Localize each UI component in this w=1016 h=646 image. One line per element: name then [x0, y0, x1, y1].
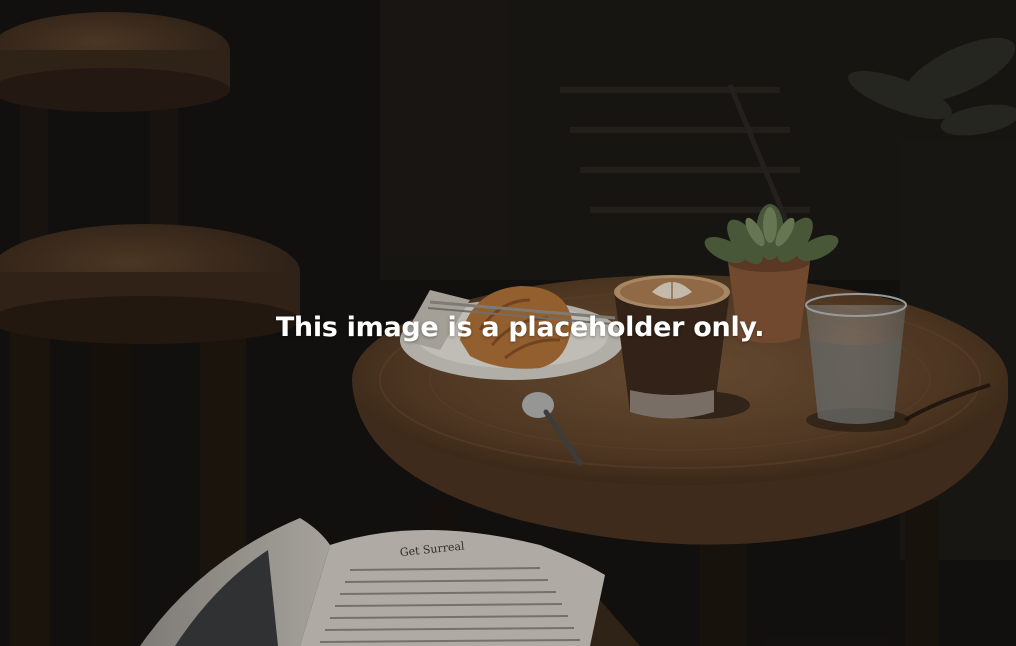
placeholder-image: Get Surreal This image is a placeholder …	[0, 0, 1016, 646]
placeholder-caption: This image is a placeholder only.	[275, 312, 765, 343]
